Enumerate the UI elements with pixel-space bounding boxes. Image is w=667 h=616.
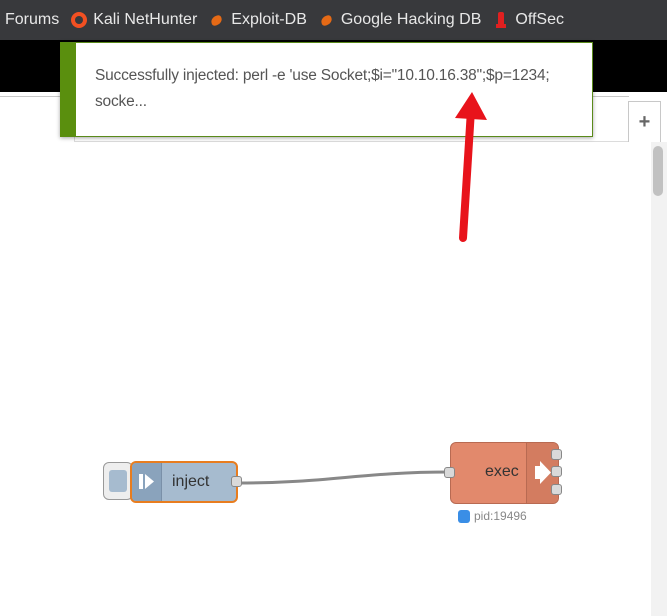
vertical-scrollbar[interactable] <box>651 142 667 616</box>
offsec-icon <box>493 12 509 28</box>
exec-output-port-stdout[interactable] <box>551 449 562 460</box>
exec-output-port-stderr[interactable] <box>551 466 562 477</box>
scrollbar-thumb[interactable] <box>653 146 663 196</box>
red-annotation-arrow <box>455 92 487 242</box>
exec-node-label: exec <box>485 463 519 480</box>
exploit-db-icon <box>319 12 335 28</box>
exec-output-port-code[interactable] <box>551 484 562 495</box>
divider <box>75 141 628 142</box>
plus-icon: + <box>638 110 651 133</box>
exploit-db-icon <box>209 12 225 28</box>
bookmarks-bar: i Forums Kali NetHunter Exploit-DB Googl… <box>0 0 667 40</box>
bookmark-offsec[interactable]: OffSec <box>493 0 564 40</box>
bookmark-label: OffSec <box>515 11 564 28</box>
bookmark-forums[interactable]: i Forums <box>0 0 59 40</box>
inject-trigger-button[interactable] <box>103 462 133 500</box>
exec-node[interactable]: exec <box>444 442 562 504</box>
exec-input-port[interactable] <box>444 467 455 478</box>
inject-node-icon-box <box>132 463 162 501</box>
inject-node[interactable]: inject <box>130 461 242 503</box>
notification-toast[interactable]: Successfully injected: perl -e 'use Sock… <box>60 42 593 137</box>
kali-icon <box>71 12 88 28</box>
inject-output-port[interactable] <box>231 476 242 487</box>
bookmark-label: Google Hacking DB <box>340 11 482 28</box>
flow-workspace[interactable] <box>0 92 667 616</box>
bookmark-label: i Forums <box>0 11 60 28</box>
exec-node-status: pid:19496 <box>458 509 527 523</box>
bookmark-label: Kali NetHunter <box>93 11 198 28</box>
status-text: pid:19496 <box>474 509 527 523</box>
inject-node-label: inject <box>172 473 210 490</box>
bookmark-exploit-db[interactable]: Exploit-DB <box>209 0 307 40</box>
bookmark-google-hacking-db[interactable]: Google Hacking DB <box>319 0 482 40</box>
status-dot-icon <box>458 509 470 523</box>
bookmark-label: Exploit-DB <box>231 11 307 28</box>
bookmark-kali-nethunter[interactable]: Kali NetHunter <box>71 0 197 40</box>
add-tab-button[interactable]: + <box>628 101 661 142</box>
arrow-right-icon <box>139 474 154 489</box>
